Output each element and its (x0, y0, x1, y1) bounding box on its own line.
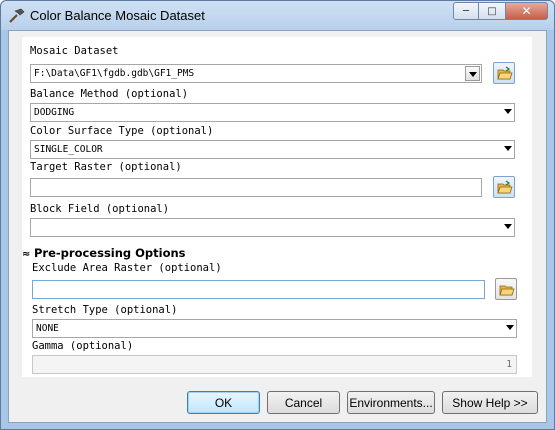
balance-method-combo[interactable]: DODGING (30, 103, 515, 122)
balance-method-label: Balance Method (optional) (30, 88, 189, 100)
ok-button[interactable]: OK (187, 391, 260, 414)
folder-open-icon (497, 66, 513, 80)
chevron-down-icon[interactable] (504, 109, 512, 114)
dialog-body: Mosaic Dataset F:\Data\GF1\fgdb.gdb\GF1_… (8, 30, 547, 423)
block-field-label: Block Field (optional) (30, 203, 170, 215)
maximize-button[interactable]: □ (479, 2, 505, 20)
show-help-button[interactable]: Show Help >> (442, 391, 538, 414)
stretch-type-value: NONE (36, 323, 59, 334)
exclude-area-raster-input[interactable] (32, 280, 485, 299)
stretch-type-combo[interactable]: NONE (32, 319, 517, 338)
mosaic-dataset-label: Mosaic Dataset (30, 45, 119, 57)
exclude-area-raster-label: Exclude Area Raster (optional) (32, 262, 222, 274)
color-surface-type-label: Color Surface Type (optional) (30, 125, 214, 137)
window-controls: ─ □ ✕ (453, 2, 548, 20)
preprocessing-title: Pre-processing Options (34, 246, 186, 260)
folder-open-icon (499, 285, 515, 296)
block-field-combo[interactable] (30, 218, 515, 237)
mosaic-dataset-value: F:\Data\GF1\fgdb.gdb\GF1_PMS (34, 68, 195, 79)
target-raster-label: Target Raster (optional) (30, 161, 182, 173)
target-raster-browse-button[interactable] (493, 176, 515, 198)
hammer-icon (9, 8, 25, 23)
color-surface-type-combo[interactable]: SINGLE_COLOR (30, 140, 515, 159)
folder-open-icon (497, 180, 513, 194)
gamma-input: 1 (32, 355, 517, 374)
chevron-down-icon[interactable] (506, 325, 514, 330)
chevron-down-icon[interactable] (465, 66, 480, 81)
mosaic-dataset-browse-button[interactable] (493, 62, 515, 84)
preprocessing-section-header[interactable]: ≈ Pre-processing Options (22, 246, 186, 260)
cancel-button[interactable]: Cancel (267, 391, 340, 414)
dialog-window: Color Balance Mosaic Dataset ─ □ ✕ Mosai… (0, 0, 555, 430)
minimize-button[interactable]: ─ (453, 2, 479, 20)
chevron-down-icon[interactable] (504, 224, 512, 229)
window-title: Color Balance Mosaic Dataset (30, 8, 205, 23)
gamma-value: 1 (506, 359, 512, 370)
exclude-area-raster-browse-button[interactable] (495, 278, 517, 300)
target-raster-input[interactable] (30, 178, 482, 197)
environments-button[interactable]: Environments... (347, 391, 435, 414)
color-surface-type-value: SINGLE_COLOR (34, 144, 103, 155)
stretch-type-label: Stretch Type (optional) (32, 304, 178, 316)
title-bar[interactable]: Color Balance Mosaic Dataset ─ □ ✕ (1, 1, 554, 30)
chevron-down-icon[interactable] (504, 146, 512, 151)
mosaic-dataset-combo[interactable]: F:\Data\GF1\fgdb.gdb\GF1_PMS (30, 64, 482, 83)
close-button[interactable]: ✕ (505, 2, 548, 20)
collapse-chevron-icon[interactable]: ≈ (22, 249, 34, 260)
gamma-label: Gamma (optional) (32, 340, 134, 352)
parameters-panel: Mosaic Dataset F:\Data\GF1\fgdb.gdb\GF1_… (22, 37, 532, 377)
balance-method-value: DODGING (34, 107, 75, 118)
